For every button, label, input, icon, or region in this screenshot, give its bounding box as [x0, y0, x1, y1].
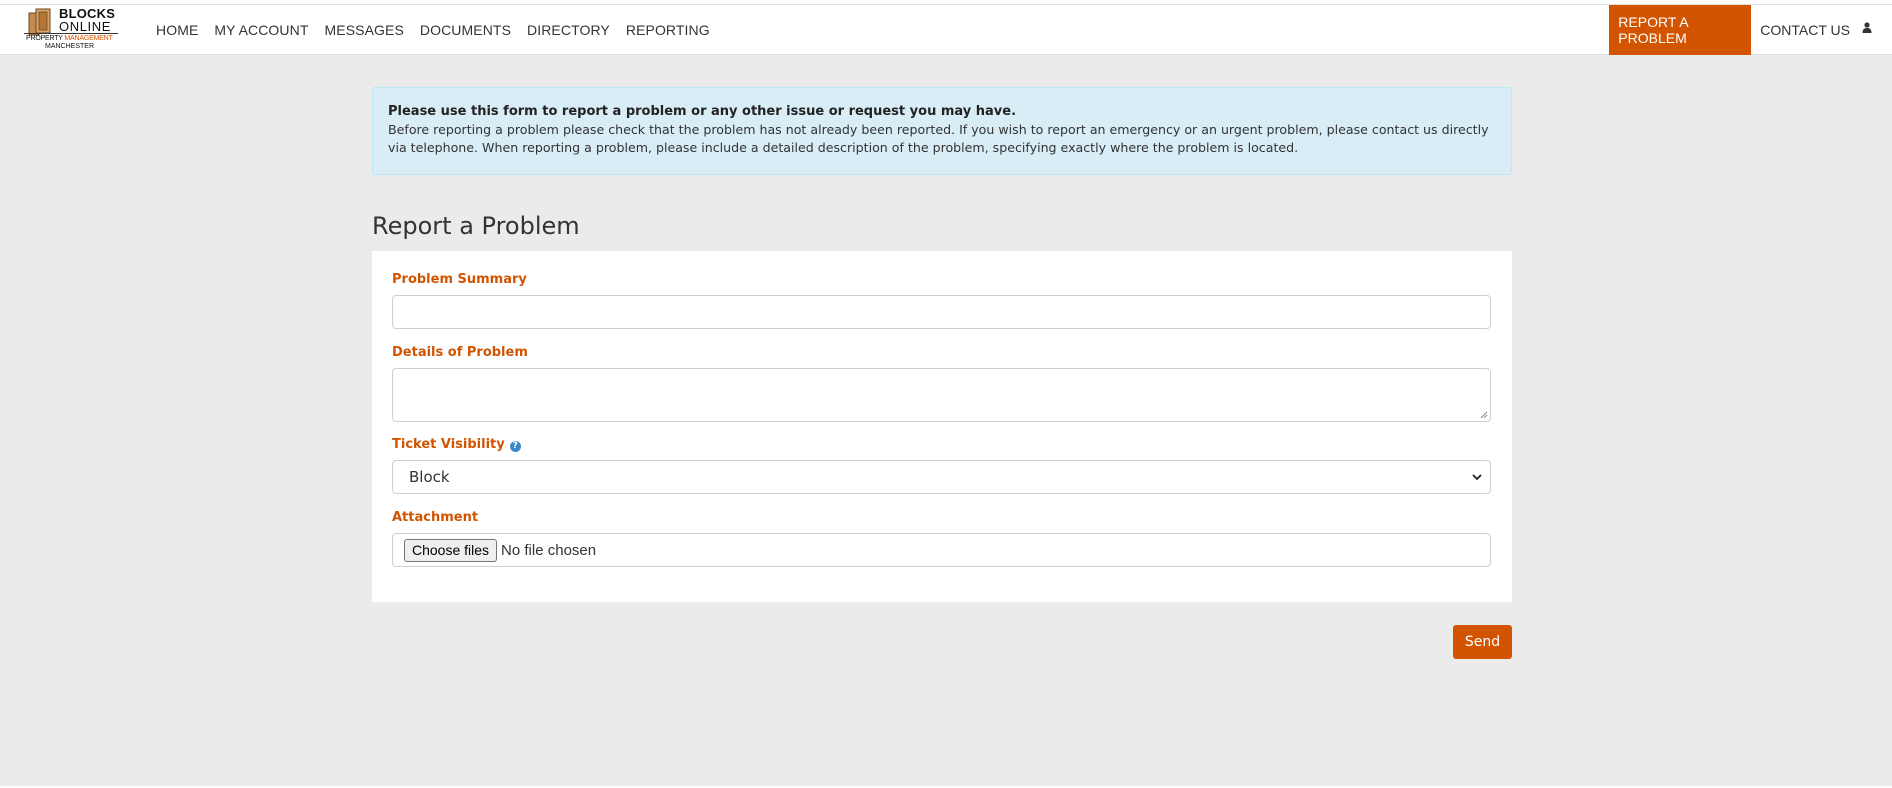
problem-summary-field[interactable] [392, 295, 1491, 329]
problem-summary-label: Problem Summary [392, 272, 527, 287]
report-form-panel: Problem Summary Details of Problem Ticke… [372, 251, 1512, 602]
user-icon[interactable] [1862, 5, 1892, 55]
logo-rule [24, 33, 118, 34]
details-label: Details of Problem [392, 345, 528, 360]
nav-my-account[interactable]: MY ACCOUNT [214, 22, 308, 38]
navbar: BLOCKS ONLINE PROPERTY MANAGEMENT MANCHE… [0, 5, 1892, 55]
nav-directory[interactable]: DIRECTORY [527, 22, 610, 38]
ticket-visibility-select[interactable]: Block [392, 460, 1491, 494]
chevron-down-icon [1472, 473, 1482, 480]
ticket-visibility-text: Ticket Visibility [392, 437, 505, 452]
nav-reporting[interactable]: REPORTING [626, 22, 710, 38]
nav-home[interactable]: HOME [156, 22, 198, 38]
ticket-visibility-value: Block [409, 468, 450, 486]
user-glyph [1862, 21, 1872, 33]
main-nav: HOME MY ACCOUNT MESSAGES DOCUMENTS DIREC… [156, 5, 726, 55]
tagline-property: PROPERTY [26, 35, 65, 42]
no-file-chosen-text: No file chosen [501, 541, 597, 559]
ticket-visibility-label: Ticket Visibility? [392, 437, 521, 452]
resize-grip-icon[interactable] [1480, 411, 1488, 419]
info-body: Before reporting a problem please check … [388, 122, 1489, 155]
question-circle-icon[interactable]: ? [509, 441, 521, 452]
brand-name-line2: ONLINE [59, 19, 112, 34]
nav-contact-us[interactable]: CONTACT US [1751, 5, 1862, 55]
nav-report-a-problem[interactable]: REPORT A PROBLEM [1609, 5, 1752, 55]
tagline-management: MANAGEMENT [64, 35, 113, 42]
details-field[interactable] [392, 368, 1491, 422]
send-button[interactable]: Send [1453, 625, 1512, 659]
brand-city: MANCHESTER [45, 43, 95, 50]
choose-files-button[interactable]: Choose files [404, 538, 498, 562]
blocks-online-logo[interactable]: BLOCKS ONLINE PROPERTY MANAGEMENT MANCHE… [24, 5, 118, 53]
nav-messages[interactable]: MESSAGES [325, 22, 404, 38]
info-lead: Please use this form to report a problem… [388, 104, 1017, 119]
page-title: Report a Problem [372, 212, 580, 240]
brand-tagline: PROPERTY MANAGEMENT [26, 35, 113, 42]
nav-right: REPORT A PROBLEM CONTACT US [1609, 5, 1892, 55]
attachment-field[interactable]: Choose files No file chosen [392, 533, 1491, 567]
nav-documents[interactable]: DOCUMENTS [420, 22, 511, 38]
info-alert: Please use this form to report a problem… [372, 87, 1512, 175]
problem-summary-input[interactable] [393, 296, 1490, 328]
details-textarea[interactable] [393, 369, 1490, 421]
attachment-label: Attachment [392, 510, 479, 525]
